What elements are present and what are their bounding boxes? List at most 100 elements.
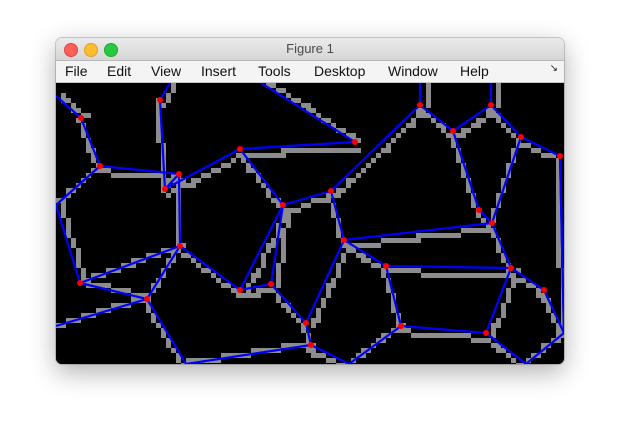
boundary-pixel — [501, 303, 506, 308]
boundary-pixel — [86, 113, 91, 118]
menu-insert[interactable]: Insert — [201, 61, 236, 82]
boundary-pixel — [391, 238, 396, 243]
boundary-pixel — [436, 273, 441, 278]
boundary-pixel — [156, 133, 161, 138]
boundary-pixel — [391, 308, 396, 313]
boundary-pixel — [101, 168, 106, 173]
boundary-pixel — [486, 228, 491, 233]
boundary-pixel — [266, 288, 271, 293]
boundary-pixel — [556, 233, 561, 238]
vertex-marker — [341, 237, 347, 243]
boundary-pixel — [161, 333, 166, 338]
boundary-pixel — [166, 93, 171, 98]
boundary-pixel — [66, 218, 71, 223]
boundary-pixel — [326, 288, 331, 293]
boundary-pixel — [496, 93, 501, 98]
menu-edit[interactable]: Edit — [107, 61, 131, 82]
boundary-pixel — [276, 268, 281, 273]
boundary-pixel — [171, 188, 176, 193]
menu-tools[interactable]: Tools — [258, 61, 291, 82]
boundary-pixel — [491, 273, 496, 278]
boundary-pixel — [541, 298, 546, 303]
boundary-pixel — [466, 128, 471, 133]
boundary-pixel — [281, 153, 286, 158]
boundary-pixel — [556, 328, 561, 333]
boundary-pixel — [261, 153, 266, 158]
boundary-pixel — [71, 243, 76, 248]
boundary-pixel — [556, 248, 561, 253]
vertex-marker — [176, 171, 182, 177]
boundary-pixel — [346, 178, 351, 183]
boundary-pixel — [396, 268, 401, 273]
boundary-pixel — [411, 123, 416, 128]
boundary-pixel — [556, 218, 561, 223]
figure-axes[interactable] — [56, 83, 564, 364]
boundary-pixel — [106, 168, 111, 173]
boundary-pixel — [256, 288, 261, 293]
arrow-icon[interactable]: ↘ — [550, 63, 558, 74]
boundary-pixel — [106, 283, 111, 288]
boundary-pixel — [276, 283, 281, 288]
boundary-pixel — [276, 263, 281, 268]
boundary-pixel — [291, 148, 296, 153]
boundary-pixel — [156, 173, 161, 178]
boundary-pixel — [391, 268, 396, 273]
boundary-pixel — [501, 123, 506, 128]
menu-file[interactable]: File — [65, 61, 88, 82]
menu-help[interactable]: Help — [460, 61, 489, 82]
cell-edge — [177, 173, 182, 247]
boundary-pixel — [416, 238, 421, 243]
boundary-pixel — [446, 333, 451, 338]
boundary-pixel — [511, 358, 516, 363]
vertex-marker — [144, 296, 150, 302]
boundary-pixel — [266, 193, 271, 198]
boundary-pixel — [441, 273, 446, 278]
boundary-pixel — [466, 188, 471, 193]
boundary-pixel — [231, 158, 236, 163]
boundary-pixel — [301, 328, 306, 333]
boundary-pixel — [166, 193, 171, 198]
boundary-pixel — [491, 233, 496, 238]
menu-window[interactable]: Window — [388, 61, 438, 82]
boundary-pixel — [431, 333, 436, 338]
boundary-pixel — [326, 283, 331, 288]
boundary-pixel — [491, 343, 496, 348]
boundary-pixel — [461, 173, 466, 178]
boundary-pixel — [381, 238, 386, 243]
boundary-pixel — [291, 208, 296, 213]
boundary-pixel — [176, 358, 181, 363]
boundary-pixel — [511, 273, 516, 278]
boundary-pixel — [131, 173, 136, 178]
vertex-marker — [476, 207, 482, 213]
boundary-pixel — [451, 143, 456, 148]
vertex-marker — [417, 102, 423, 108]
boundary-pixel — [241, 158, 246, 163]
boundary-pixel — [156, 128, 161, 133]
boundary-pixel — [271, 83, 276, 88]
boundary-pixel — [251, 278, 256, 283]
boundary-pixel — [286, 223, 291, 228]
boundary-pixel — [496, 323, 501, 328]
boundary-pixel — [451, 273, 456, 278]
boundary-pixel — [321, 303, 326, 308]
boundary-pixel — [411, 268, 416, 273]
menu-desktop[interactable]: Desktop — [314, 61, 365, 82]
vertex-marker — [268, 281, 274, 287]
boundary-pixel — [126, 288, 131, 293]
boundary-pixel — [386, 238, 391, 243]
boundary-pixel — [316, 308, 321, 313]
boundary-pixel — [306, 103, 311, 108]
boundary-pixel — [311, 198, 316, 203]
boundary-pixel — [361, 168, 366, 173]
menu-view[interactable]: View — [151, 61, 181, 82]
boundary-pixel — [366, 258, 371, 263]
boundary-pixel — [181, 253, 186, 258]
boundary-pixel — [511, 278, 516, 283]
boundary-pixel — [416, 268, 421, 273]
boundary-pixel — [251, 273, 256, 278]
boundary-pixel — [221, 163, 226, 168]
boundary-pixel — [536, 293, 541, 298]
boundary-pixel — [381, 148, 386, 153]
boundary-pixel — [261, 263, 266, 268]
boundary-pixel — [381, 273, 386, 278]
